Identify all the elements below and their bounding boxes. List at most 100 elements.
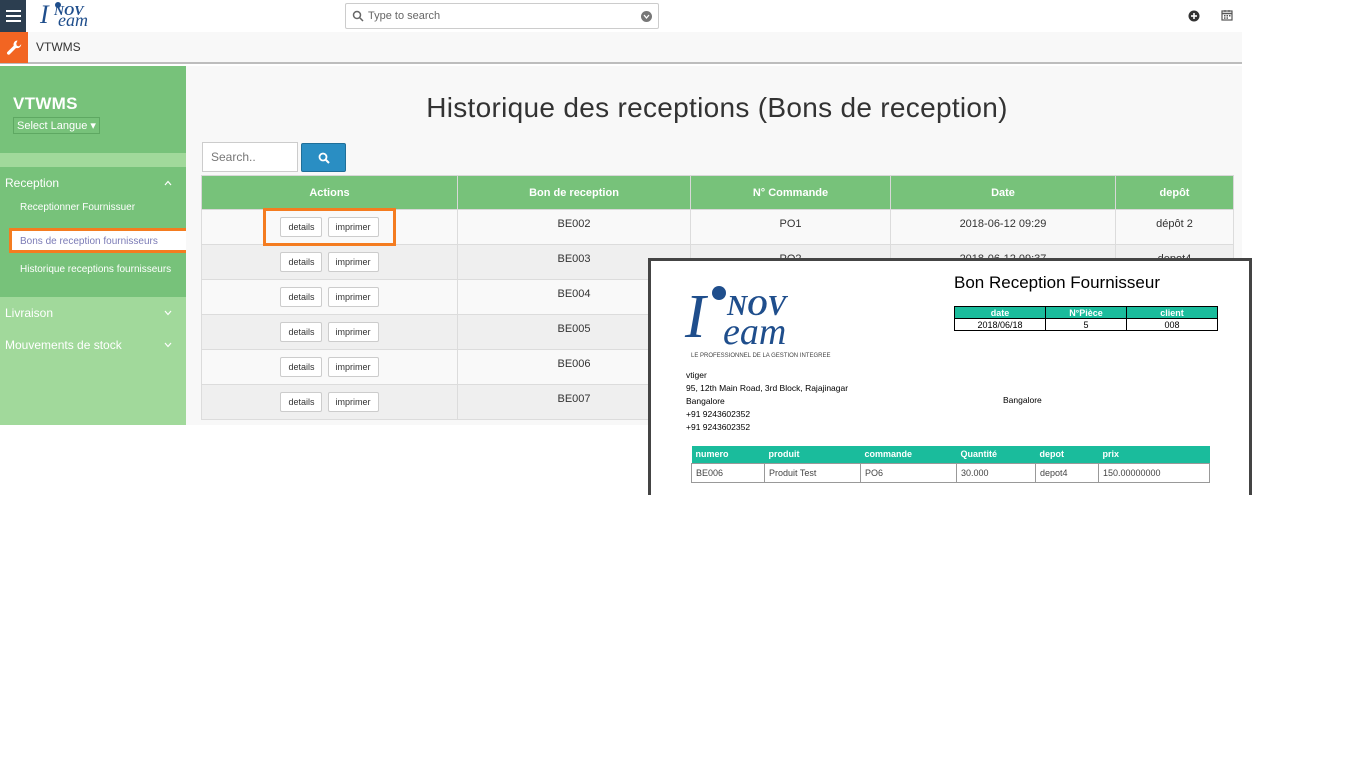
table-search-button[interactable] <box>301 143 346 172</box>
table-search-input[interactable] <box>202 142 298 172</box>
line-header-numero: numero <box>691 446 765 463</box>
sidebar: VTWMS Select Langue ▾ Reception Receptio… <box>0 66 189 425</box>
imprimer-button[interactable]: imprimer <box>327 357 379 377</box>
chevron-up-icon <box>164 180 172 186</box>
chevron-down-icon <box>164 310 172 316</box>
address-city-right: Bangalore <box>1003 395 1042 405</box>
add-icon[interactable] <box>1188 10 1200 22</box>
address-line: 95, 12th Main Road, 3rd Block, Rajajinag… <box>686 383 849 393</box>
sidebar-item-livraison[interactable]: Livraison <box>0 297 186 329</box>
details-button[interactable]: details <box>280 322 323 342</box>
sidebar-item-label: Reception <box>5 176 60 190</box>
calendar-icon[interactable] <box>1221 9 1233 21</box>
svg-text:eam: eam <box>58 10 88 30</box>
document-line-cell: BE006 <box>691 462 765 483</box>
column-header-commande[interactable]: N° Commande <box>690 175 891 210</box>
meta-header-date: date <box>954 306 1046 319</box>
document-line-row: BE006 Produit Test PO6 30.000 depot4 150.0000… <box>691 462 1210 483</box>
sidebar-item-label: Livraison <box>5 306 54 320</box>
address-line: Bangalore <box>686 396 725 406</box>
address-line: +91 9243602352 <box>686 409 751 419</box>
sidebar-header: VTWMS Select Langue ▾ <box>0 66 186 153</box>
global-search-input[interactable] <box>368 10 641 22</box>
column-header-actions[interactable]: Actions <box>201 175 458 210</box>
sidebar-section-mouvements: Mouvements de stock <box>0 329 186 361</box>
meta-header-piece: N°Pièce <box>1045 306 1127 319</box>
cell-depot: dépôt 2 <box>1115 209 1234 245</box>
meta-value-date: 2018/06/18 <box>954 318 1046 331</box>
settings-wrench-button[interactable] <box>0 32 28 63</box>
supplier-address: vtiger 95, 12th Main Road, 3rd Block, Ra… <box>686 369 848 434</box>
document-line-cell: Produit Test <box>764 462 861 483</box>
inovteam-document-logo: I NOV eam LE PROFESSIONNEL DE LA GESTION… <box>684 283 830 359</box>
imprimer-button[interactable]: imprimer <box>327 287 379 307</box>
column-header-date[interactable]: Date <box>890 175 1116 210</box>
document-line-cell: depot4 <box>1035 462 1099 483</box>
line-header-depot: depot <box>1035 446 1099 463</box>
sidebar-item-mouvements-stock[interactable]: Mouvements de stock <box>0 329 186 361</box>
details-button[interactable]: details <box>280 287 323 307</box>
table-header-row: Actions Bon de reception N° Commande Dat… <box>201 175 1234 210</box>
language-select[interactable]: Select Langue ▾ <box>13 117 100 134</box>
sidebar-item-receptionner-fournisseur[interactable]: Receptionner Fournissuer <box>0 199 186 225</box>
document-title: Bon Reception Fournisseur <box>954 273 1161 292</box>
document-meta-table: date N°Pièce client 2018/06/18 5 008 <box>954 306 1218 331</box>
search-icon <box>352 10 364 22</box>
meta-header-client: client <box>1126 306 1218 319</box>
imprimer-button[interactable]: imprimer <box>327 392 379 412</box>
page-title: Historique des receptions (Bons de recep… <box>426 92 1008 123</box>
app-breadcrumb[interactable]: VTWMS <box>36 40 81 54</box>
svg-text:I: I <box>684 283 709 351</box>
sidebar-item-historique-receptions[interactable]: Historique receptions fournisseurs <box>0 255 186 289</box>
top-bar: I NOV eam <box>0 0 1242 32</box>
imprimer-button[interactable]: imprimer <box>327 252 379 272</box>
document-line-cell: PO6 <box>860 462 957 483</box>
svg-text:eam: eam <box>723 311 786 353</box>
line-header-commande: commande <box>860 446 957 463</box>
details-button[interactable]: details <box>280 252 323 272</box>
bon-reception-document-preview: I NOV eam LE PROFESSIONNEL DE LA GESTION… <box>648 258 1252 495</box>
language-select-label: Select Langue <box>17 120 88 132</box>
cell-bon: BE002 <box>457 209 691 245</box>
chevron-down-icon[interactable] <box>641 10 652 22</box>
line-header-produit: produit <box>764 446 861 463</box>
document-line-cell: 30.000 <box>956 462 1036 483</box>
line-header-quantite: Quantité <box>956 446 1036 463</box>
row-actions: details imprimer <box>201 349 458 385</box>
sidebar-item-reception[interactable]: Reception <box>0 167 186 199</box>
hamburger-menu-button[interactable] <box>0 0 26 32</box>
meta-value-piece: 5 <box>1045 318 1127 331</box>
sidebar-item-bons-reception-active[interactable]: Bons de reception fournisseurs <box>9 228 189 253</box>
sidebar-section-reception: Reception Receptionner Fournissuer Bons … <box>0 167 189 297</box>
column-header-bon[interactable]: Bon de reception <box>457 175 691 210</box>
imprimer-button[interactable]: imprimer <box>327 217 379 237</box>
global-search[interactable] <box>345 3 659 29</box>
svg-text:LE PROFESSIONNEL DE LA GESTION: LE PROFESSIONNEL DE LA GESTION INTEGREE <box>691 353 830 359</box>
row-actions: details imprimer <box>201 244 458 280</box>
row-actions: details imprimer <box>201 384 458 420</box>
column-header-depot[interactable]: depôt <box>1115 175 1234 210</box>
sidebar-section-livraison: Livraison <box>0 297 186 329</box>
imprimer-button[interactable]: imprimer <box>327 322 379 342</box>
inovteam-logo[interactable]: I NOV eam <box>36 1 152 31</box>
row-actions: details imprimer <box>201 314 458 350</box>
sidebar-title: VTWMS <box>13 94 78 113</box>
document-line-cell: 150.00000000 <box>1098 462 1210 483</box>
details-button[interactable]: details <box>280 217 323 237</box>
row-actions: details imprimer <box>201 209 458 245</box>
sidebar-item-label: Mouvements de stock <box>5 338 122 352</box>
svg-text:I: I <box>39 1 50 29</box>
chevron-down-icon <box>164 342 172 348</box>
details-button[interactable]: details <box>280 357 323 377</box>
cell-commande: PO1 <box>690 209 891 245</box>
address-line: vtiger <box>686 370 707 380</box>
document-lines-table: numero produit commande Quantité depot p… <box>691 446 1210 483</box>
wrench-icon <box>6 40 21 55</box>
line-header-prix: prix <box>1098 446 1210 463</box>
row-actions: details imprimer <box>201 279 458 315</box>
meta-value-client: 008 <box>1126 318 1218 331</box>
cell-date: 2018-06-12 09:29 <box>890 209 1116 245</box>
search-icon <box>318 152 330 164</box>
address-line: +91 9243602352 <box>686 422 751 432</box>
details-button[interactable]: details <box>280 392 323 412</box>
